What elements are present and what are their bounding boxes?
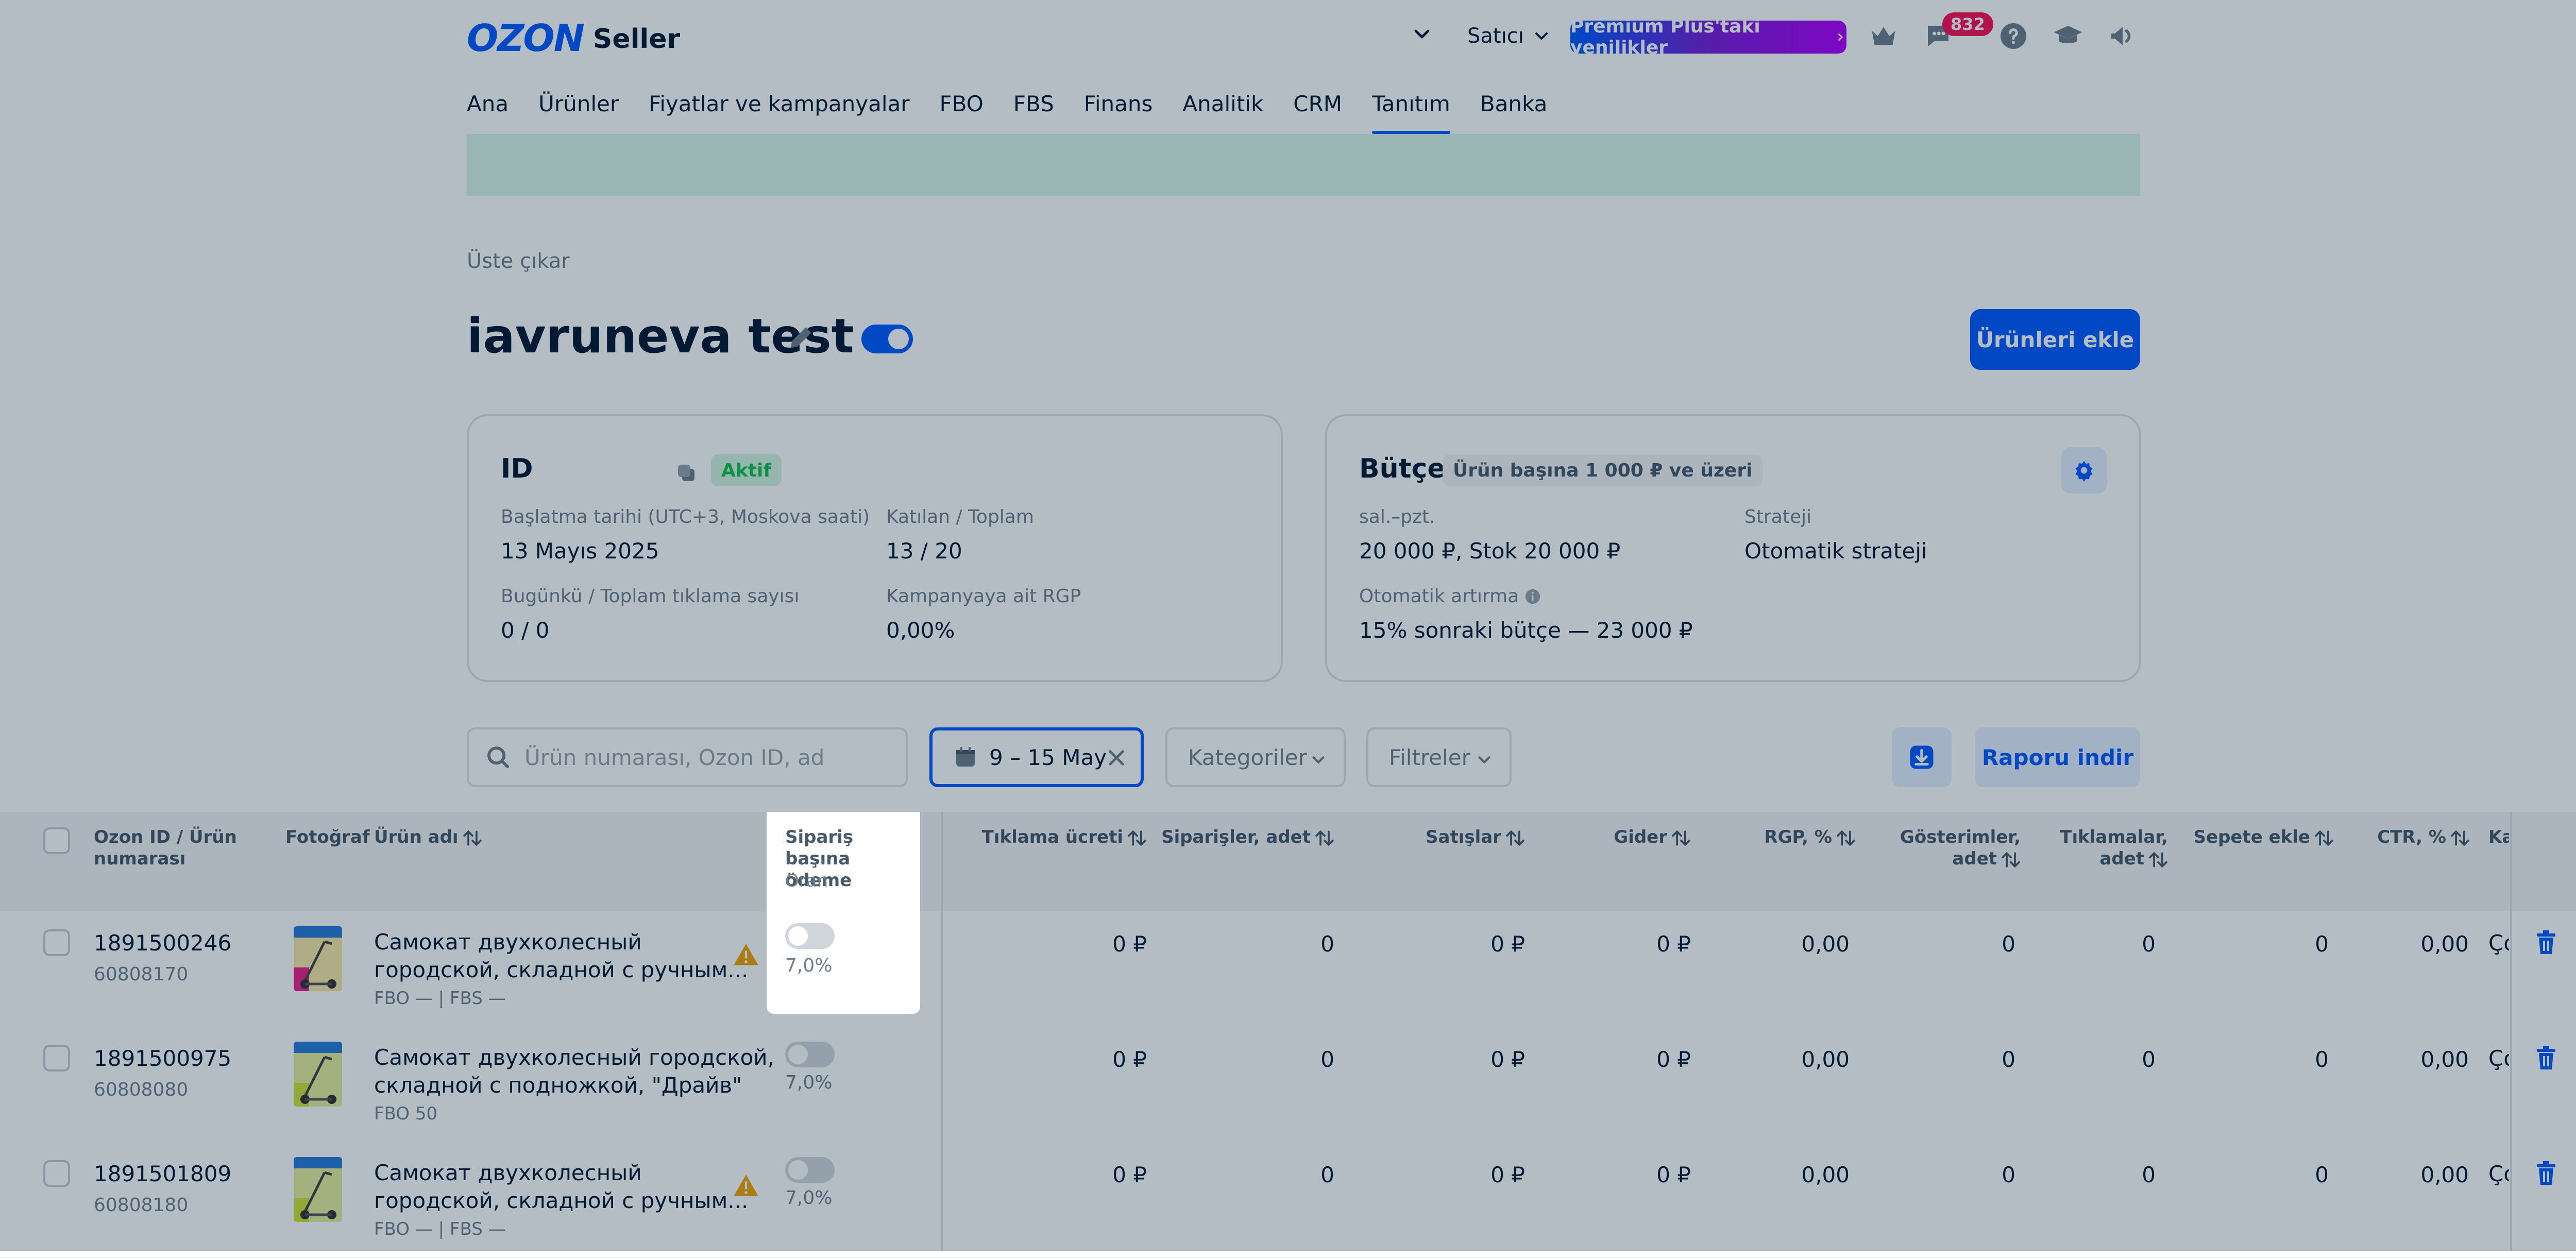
spotlight-order-pay-column: Sipariş başına ödeme Oran 7,0% [767, 812, 920, 1014]
onboarding-overlay[interactable] [0, 0, 2576, 1251]
order-pay-toggle[interactable] [785, 923, 835, 949]
spotlight-subheader: Oran [785, 871, 828, 891]
order-pay-rate: 7,0% [785, 955, 833, 976]
